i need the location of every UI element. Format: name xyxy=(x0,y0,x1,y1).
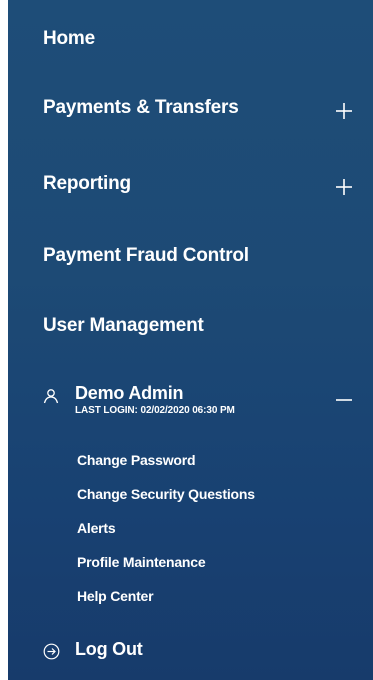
submenu-profile-maintenance[interactable]: Profile Maintenance xyxy=(77,554,206,570)
user-icon xyxy=(43,389,59,404)
nav-item-reporting-label: Reporting xyxy=(43,173,131,194)
nav-item-payment-fraud-control[interactable]: Payment Fraud Control xyxy=(43,245,373,267)
logout-button[interactable]: Log Out xyxy=(43,639,243,665)
nav-item-reporting[interactable]: Reporting xyxy=(43,173,373,195)
logout-arrow-icon xyxy=(43,643,60,660)
nav-item-payments-transfers[interactable]: Payments & Transfers xyxy=(43,97,373,119)
reporting-expand-plus-icon[interactable] xyxy=(333,176,355,198)
user-name: Demo Admin xyxy=(75,383,184,403)
nav-item-payment-fraud-control-label: Payment Fraud Control xyxy=(43,245,249,266)
submenu-help-center[interactable]: Help Center xyxy=(77,588,154,604)
last-login-label: LAST LOGIN: xyxy=(75,405,138,416)
nav-item-home[interactable]: Home xyxy=(43,28,373,50)
payments-transfers-expand-plus-icon[interactable] xyxy=(333,100,355,122)
submenu-alerts[interactable]: Alerts xyxy=(77,520,116,536)
user-profile-toggle[interactable]: Demo Admin LAST LOGIN: 02/02/2020 06:30 … xyxy=(43,383,373,426)
side-navigation-menu: Home Payments & Transfers Reporting Paym… xyxy=(8,0,373,680)
nav-item-user-management-label: User Management xyxy=(43,315,204,336)
nav-item-user-management[interactable]: User Management xyxy=(43,315,373,337)
nav-item-payments-transfers-label: Payments & Transfers xyxy=(43,97,239,118)
submenu-change-password[interactable]: Change Password xyxy=(77,452,196,468)
submenu-change-security-questions[interactable]: Change Security Questions xyxy=(77,486,255,502)
last-login-value: 02/02/2020 06:30 PM xyxy=(140,405,235,416)
last-login: LAST LOGIN: 02/02/2020 06:30 PM xyxy=(75,405,235,416)
logout-label: Log Out xyxy=(75,639,143,659)
nav-item-home-label: Home xyxy=(43,28,95,49)
user-collapse-minus-icon[interactable] xyxy=(333,389,355,411)
